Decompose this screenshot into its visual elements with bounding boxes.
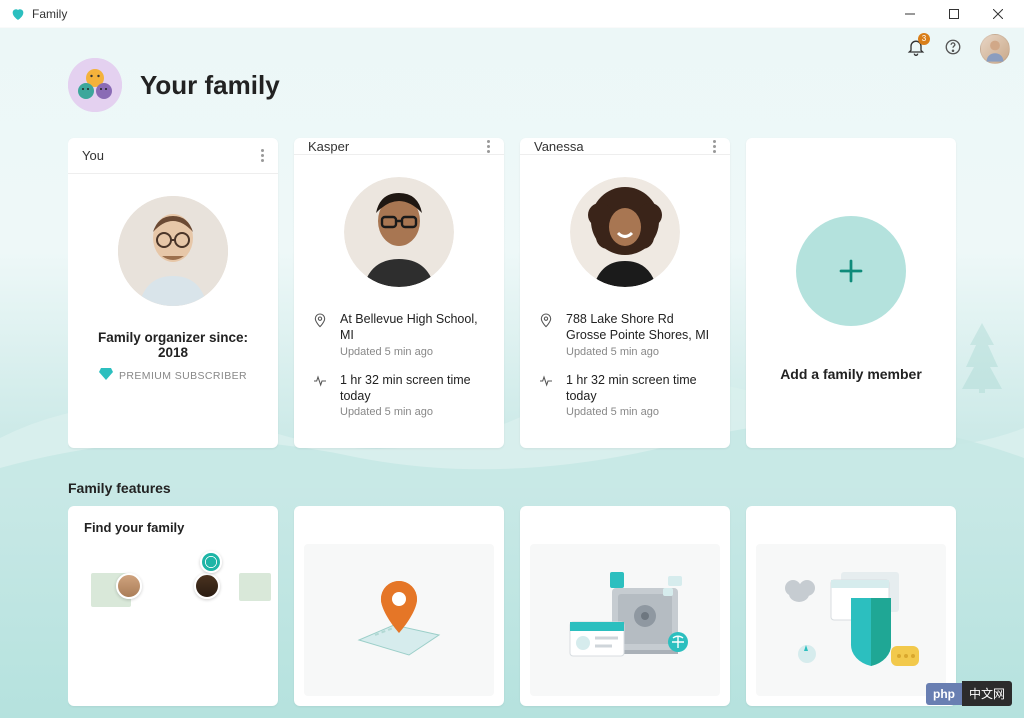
organizer-since-text: Family organizer since: 2018 bbox=[86, 330, 260, 360]
avatar bbox=[570, 177, 680, 287]
watermark: php 中文网 bbox=[926, 681, 1012, 706]
diamond-icon bbox=[99, 368, 113, 383]
member-name: You bbox=[82, 148, 104, 163]
avatar bbox=[344, 177, 454, 287]
location-text: At Bellevue High School, MI bbox=[340, 311, 486, 344]
map-pin-member bbox=[116, 573, 142, 599]
feature-card-location[interactable] bbox=[294, 506, 504, 706]
screen-time-updated: Updated 5 min ago bbox=[340, 406, 486, 418]
app-icon bbox=[10, 6, 26, 22]
features-section-title: Family features bbox=[68, 480, 1024, 496]
location-icon bbox=[538, 312, 556, 358]
feature-card-find-family[interactable]: Find your family bbox=[68, 506, 278, 706]
family-logo-icon bbox=[68, 58, 122, 112]
location-line1: 788 Lake Shore Rd bbox=[566, 311, 709, 327]
activity-icon bbox=[312, 373, 330, 419]
features-row: Find your family bbox=[68, 506, 1024, 706]
location-line2: Grosse Pointe Shores, MI bbox=[566, 327, 709, 343]
feature-card-safety[interactable] bbox=[520, 506, 730, 706]
card-more-button[interactable] bbox=[261, 149, 264, 162]
location-illustration bbox=[304, 544, 494, 696]
notifications-badge: 3 bbox=[918, 33, 930, 45]
window-title: Family bbox=[32, 7, 67, 21]
maximize-button[interactable] bbox=[932, 0, 976, 28]
safety-illustration bbox=[530, 544, 720, 696]
minimize-button[interactable] bbox=[888, 0, 932, 28]
feature-label: Find your family bbox=[68, 506, 278, 535]
screen-time-updated: Updated 5 min ago bbox=[566, 406, 712, 418]
member-name: Kasper bbox=[308, 139, 349, 154]
member-cards-row: You bbox=[68, 138, 1024, 448]
screen-time-text: 1 hr 32 min screen time today bbox=[566, 372, 712, 405]
plus-icon bbox=[796, 216, 906, 326]
avatar bbox=[118, 196, 228, 306]
map-pin-member bbox=[194, 573, 220, 599]
premium-badge: PREMIUM SUBSCRIBER bbox=[86, 368, 260, 383]
card-more-button[interactable] bbox=[713, 140, 716, 153]
activity-icon bbox=[538, 373, 556, 419]
page-title: Your family bbox=[140, 70, 280, 101]
location-updated: Updated 5 min ago bbox=[340, 346, 486, 358]
screen-time-text: 1 hr 32 min screen time today bbox=[340, 372, 486, 405]
location-updated: Updated 5 min ago bbox=[566, 346, 709, 358]
feature-card-content[interactable] bbox=[746, 506, 956, 706]
titlebar: Family bbox=[0, 0, 1024, 28]
add-member-label: Add a family member bbox=[780, 366, 922, 382]
location-icon bbox=[312, 312, 330, 358]
member-card-you[interactable]: You bbox=[68, 138, 278, 448]
member-card-vanessa[interactable]: Vanessa bbox=[520, 138, 730, 448]
member-name: Vanessa bbox=[534, 139, 584, 154]
card-more-button[interactable] bbox=[487, 140, 490, 153]
add-member-card[interactable]: Add a family member bbox=[746, 138, 956, 448]
member-card-kasper[interactable]: Kasper bbox=[294, 138, 504, 448]
page-header: Your family bbox=[68, 58, 1024, 112]
close-button[interactable] bbox=[976, 0, 1020, 28]
map-pin-self bbox=[200, 551, 222, 573]
content-illustration bbox=[756, 544, 946, 696]
